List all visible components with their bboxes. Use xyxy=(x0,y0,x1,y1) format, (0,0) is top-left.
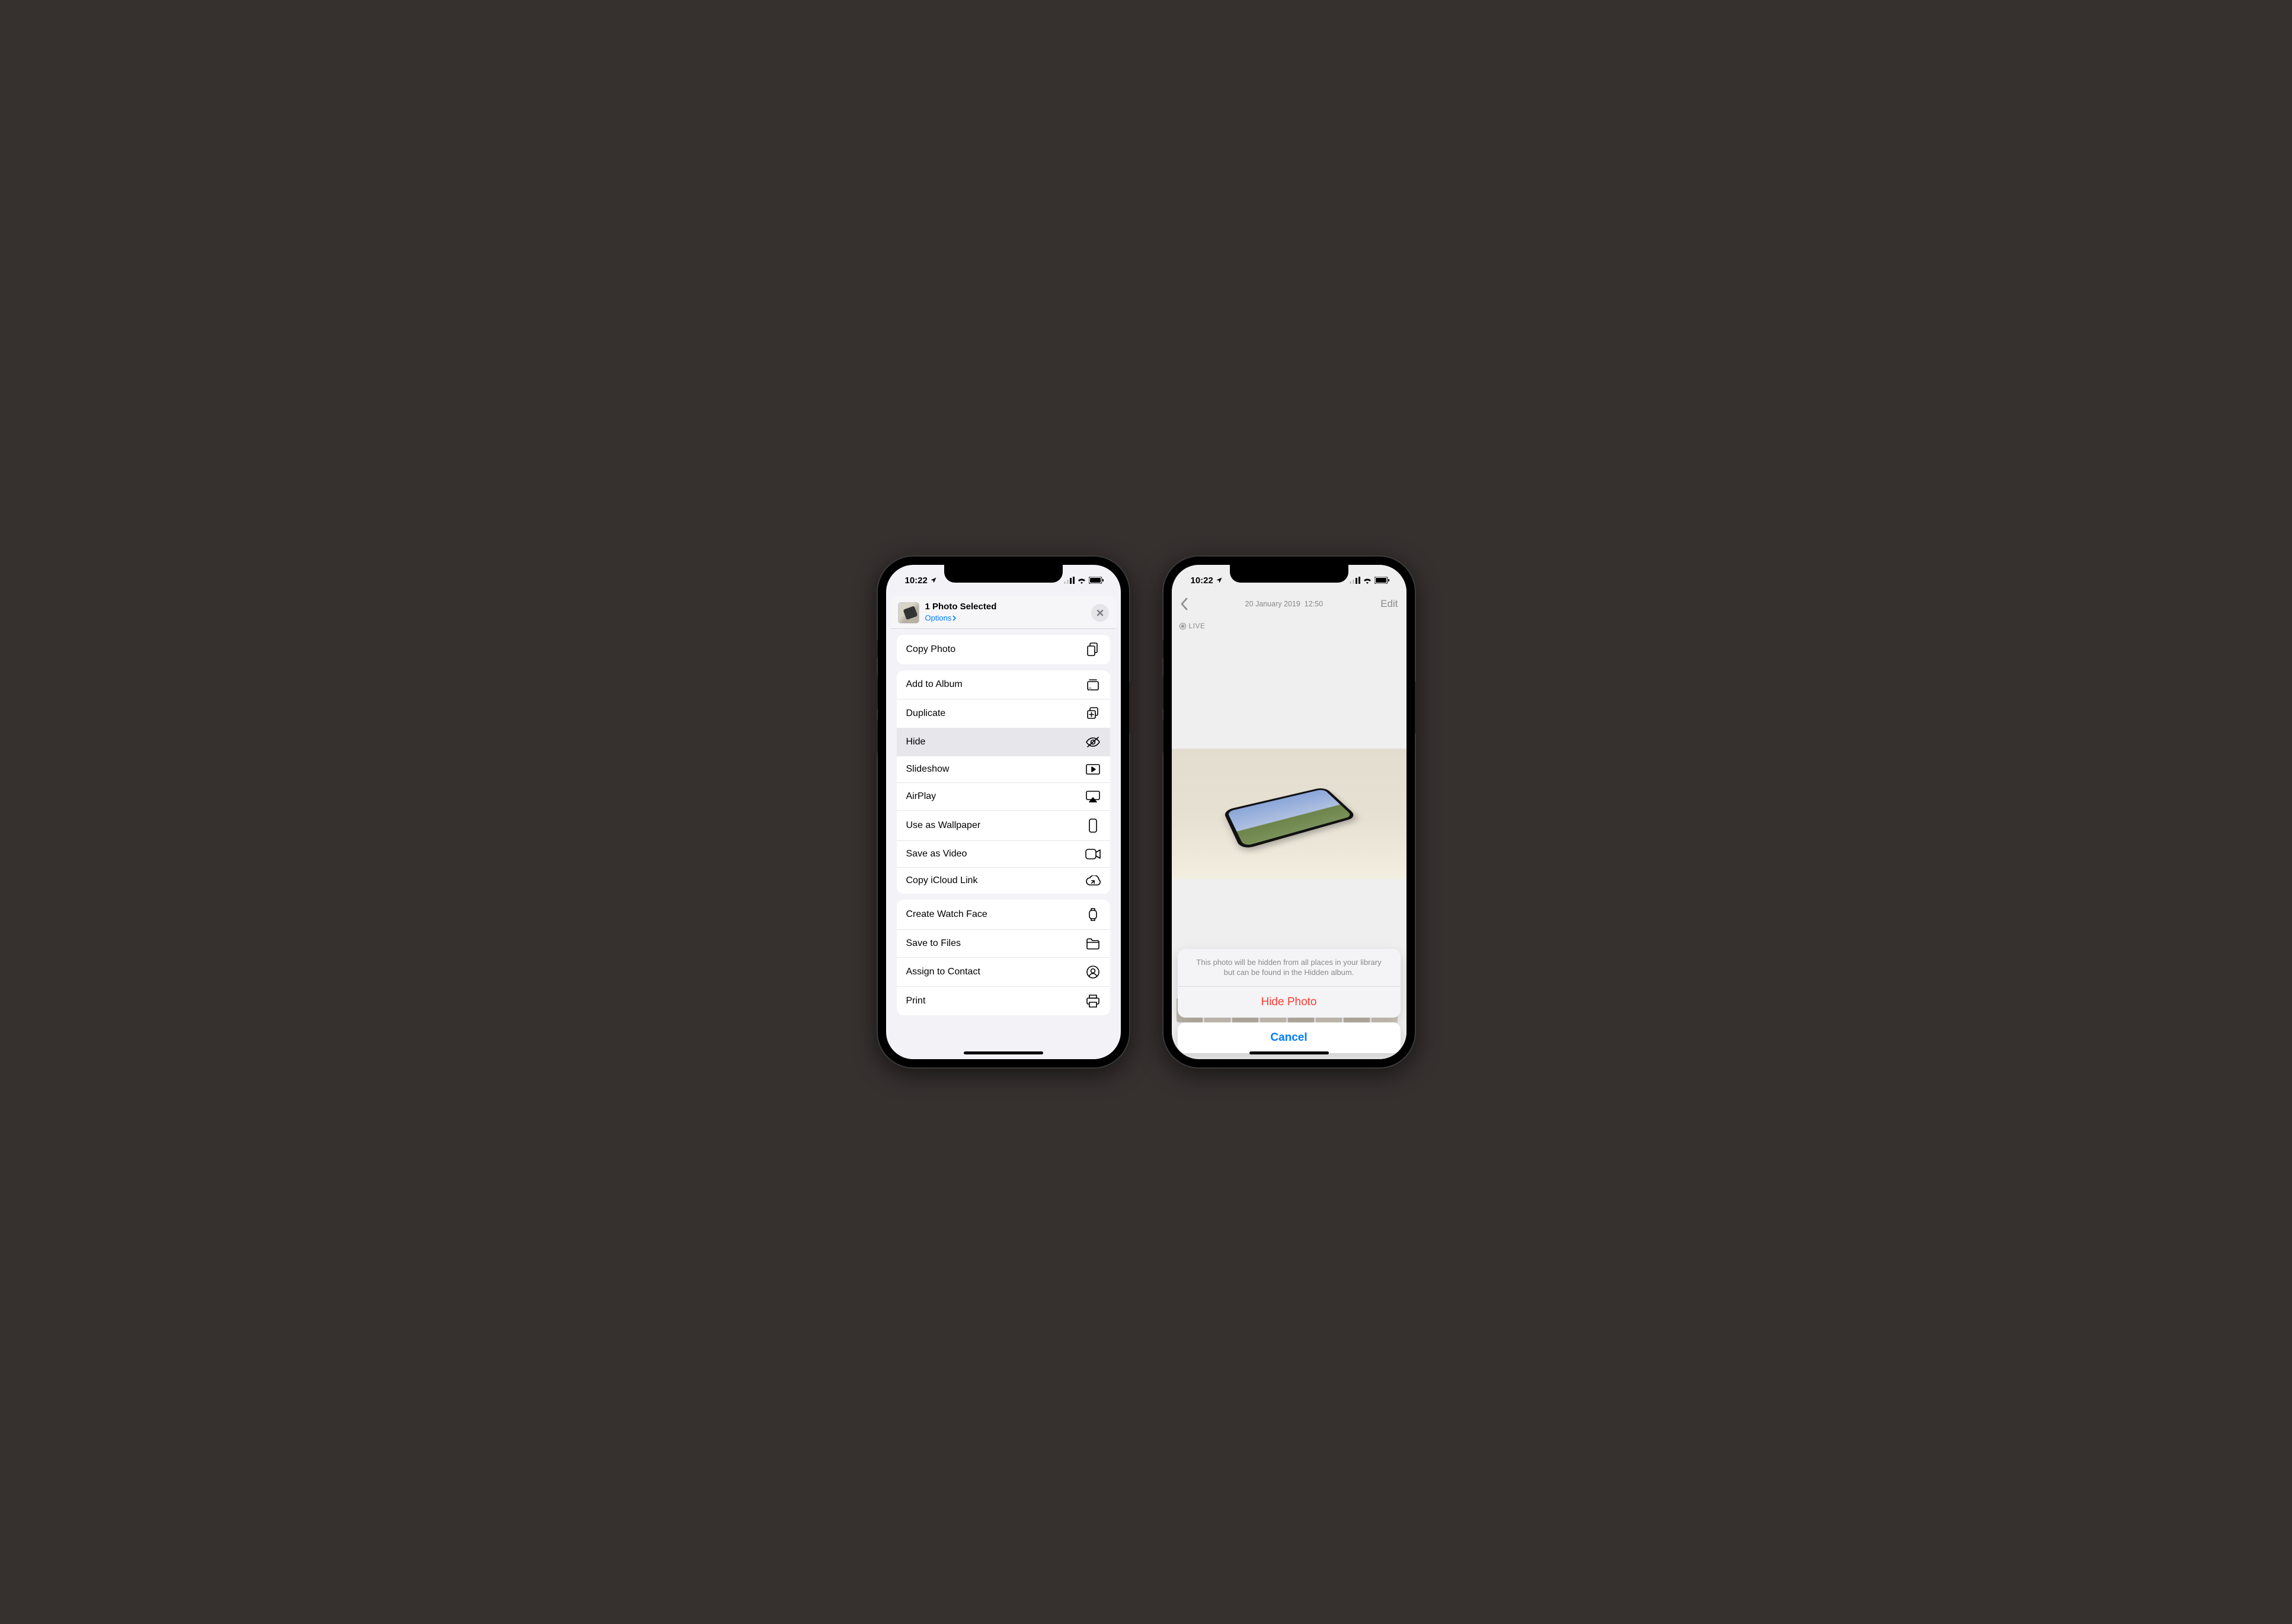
action-save-as-video[interactable]: Save as Video xyxy=(897,841,1110,868)
action-airplay[interactable]: AirPlay xyxy=(897,783,1110,811)
phone-right: 10:22 20 January 2019 12:50 Edit xyxy=(1163,557,1415,1067)
action-copy-icloud-link[interactable]: Copy iCloud Link xyxy=(897,868,1110,894)
airplay-icon xyxy=(1085,791,1101,803)
action-label: Use as Wallpaper xyxy=(906,820,981,831)
sheet-message: This photo will be hidden from all place… xyxy=(1178,949,1401,987)
location-icon xyxy=(930,577,937,584)
status-time: 10:22 xyxy=(1191,576,1213,586)
action-copy-photo[interactable]: Copy Photo xyxy=(897,635,1110,664)
action-label: Create Watch Face xyxy=(906,909,987,920)
action-slideshow[interactable]: Slideshow xyxy=(897,756,1110,783)
live-icon xyxy=(1179,622,1187,630)
share-header: 1 Photo Selected Options xyxy=(891,596,1116,629)
wifi-icon xyxy=(1363,577,1372,584)
action-label: Save to Files xyxy=(906,938,961,949)
action-hide[interactable]: Hide xyxy=(897,728,1110,756)
action-print[interactable]: Print xyxy=(897,987,1110,1015)
video-icon xyxy=(1085,849,1101,859)
action-label: Slideshow xyxy=(906,764,950,775)
status-time: 10:22 xyxy=(905,576,928,586)
wifi-icon xyxy=(1077,577,1086,584)
close-icon xyxy=(1096,609,1104,617)
home-indicator[interactable] xyxy=(964,1051,1043,1054)
action-group-3: Create Watch Face Save to Files Assign to … xyxy=(897,900,1110,1015)
watch-icon xyxy=(1085,907,1101,922)
action-label: AirPlay xyxy=(906,791,936,802)
contact-icon xyxy=(1085,966,1101,979)
duplicate-icon xyxy=(1085,707,1101,720)
action-label: Print xyxy=(906,996,926,1006)
action-label: Save as Video xyxy=(906,849,967,859)
edit-button[interactable]: Edit xyxy=(1380,598,1398,610)
back-button[interactable] xyxy=(1180,597,1188,610)
phone-left: 10:22 1 Photo Selected Options xyxy=(878,557,1129,1067)
action-group-1: Copy Photo xyxy=(897,635,1110,664)
action-duplicate[interactable]: Duplicate xyxy=(897,699,1110,728)
share-sheet: 1 Photo Selected Options Copy Photo Add … xyxy=(891,596,1116,1059)
signal-icon xyxy=(1350,577,1360,584)
share-title: 1 Photo Selected xyxy=(925,602,1091,612)
share-options-button[interactable]: Options xyxy=(925,613,957,623)
action-label: Duplicate xyxy=(906,708,946,719)
play-icon xyxy=(1085,764,1101,775)
action-label: Copy Photo xyxy=(906,644,956,655)
action-group-2: Add to Album Duplicate Hide Slideshow AirPla… xyxy=(897,670,1110,894)
hide-photo-button[interactable]: Hide Photo xyxy=(1178,987,1401,1018)
action-save-to-files[interactable]: Save to Files xyxy=(897,930,1110,958)
live-badge: LIVE xyxy=(1179,622,1206,630)
location-icon xyxy=(1216,577,1223,584)
home-indicator[interactable] xyxy=(1249,1051,1329,1054)
action-label: Hide xyxy=(906,737,926,747)
docs-icon xyxy=(1085,642,1101,657)
photo-thumbnail[interactable] xyxy=(898,602,919,624)
action-use-as-wallpaper[interactable]: Use as Wallpaper xyxy=(897,811,1110,841)
action-label: Copy iCloud Link xyxy=(906,875,978,886)
nav-title: 20 January 2019 12:50 xyxy=(1245,600,1323,608)
action-sheet: This photo will be hidden from all place… xyxy=(1178,949,1401,1053)
folder-icon xyxy=(1085,938,1101,950)
wallpaper-icon xyxy=(1085,819,1101,833)
action-label: Assign to Contact xyxy=(906,967,980,977)
album-icon xyxy=(1085,678,1101,691)
nav-bar: 20 January 2019 12:50 Edit xyxy=(1172,591,1406,617)
action-assign-to-contact[interactable]: Assign to Contact xyxy=(897,958,1110,987)
battery-icon xyxy=(1374,577,1390,584)
signal-icon xyxy=(1064,577,1075,584)
close-button[interactable] xyxy=(1091,604,1109,622)
cloudlink-icon xyxy=(1085,875,1101,886)
action-add-to-album[interactable]: Add to Album xyxy=(897,670,1110,699)
action-create-watch-face[interactable]: Create Watch Face xyxy=(897,900,1110,930)
cancel-button[interactable]: Cancel xyxy=(1178,1022,1401,1053)
print-icon xyxy=(1085,995,1101,1008)
chevron-left-icon xyxy=(1180,597,1188,610)
battery-icon xyxy=(1089,577,1104,584)
action-label: Add to Album xyxy=(906,679,963,690)
hide-icon xyxy=(1085,736,1101,748)
photo-preview[interactable] xyxy=(1172,749,1406,879)
